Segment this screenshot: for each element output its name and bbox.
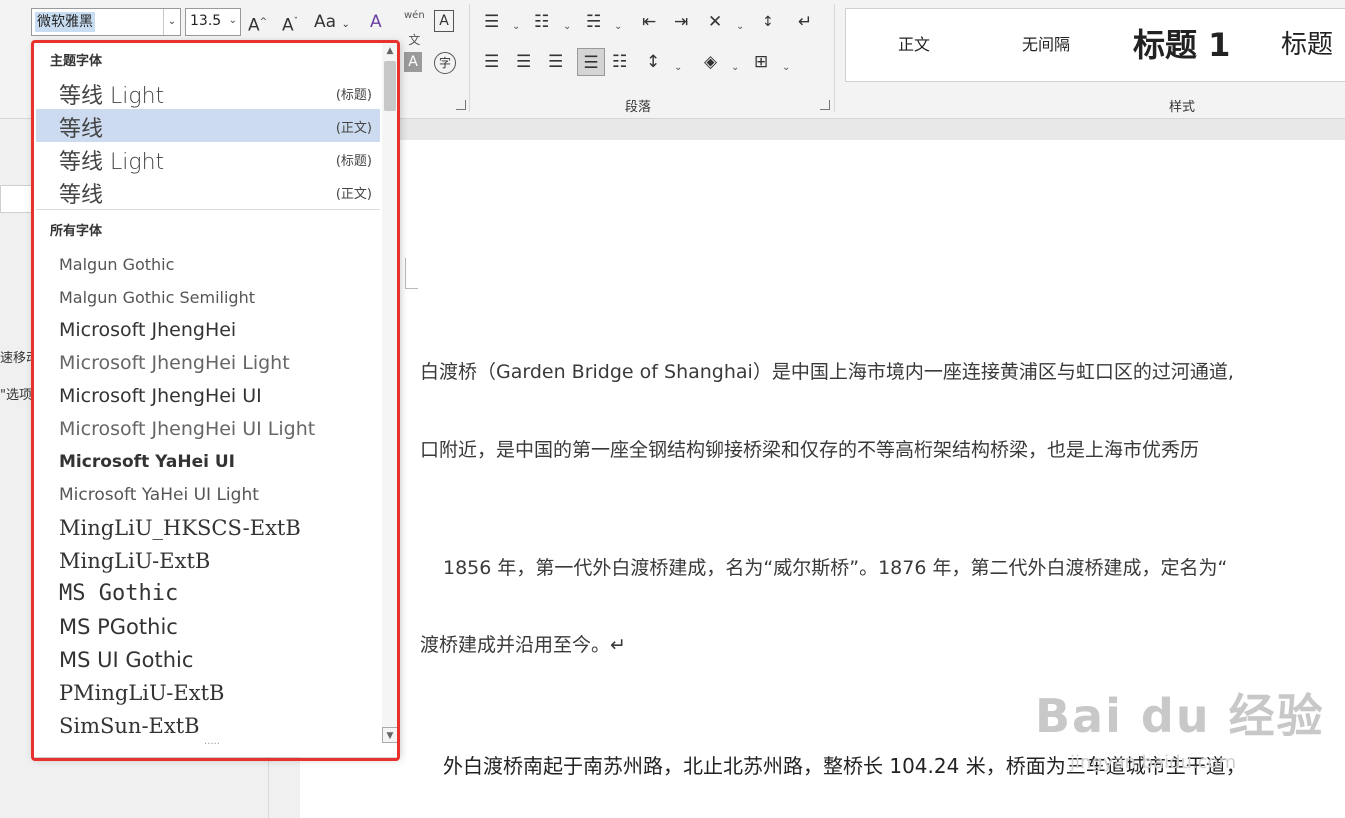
doc-paragraph-line[interactable]: 1856 年，第一代外白渡桥建成，名为“威尔斯桥”。1876 年，第二代外白渡桥… xyxy=(443,553,1227,580)
group-separator xyxy=(469,4,470,112)
style-no-spacing[interactable]: 无间隔 xyxy=(1022,9,1070,81)
font-list-item[interactable]: Microsoft YaHei UI Light xyxy=(59,485,259,505)
shrink-font-button[interactable]: Aˇ xyxy=(282,10,298,38)
font-size-combobox[interactable]: 13.5 ⌄ xyxy=(185,8,241,36)
font-name-dropdown-arrow[interactable]: ⌄ xyxy=(163,9,180,35)
font-name-combobox[interactable]: 微软雅黑 ⌄ xyxy=(31,8,181,36)
character-shading-button[interactable]: A xyxy=(404,52,422,72)
line-spacing-icon[interactable]: ↕ xyxy=(646,50,660,74)
font-size-value[interactable]: 13.5 xyxy=(190,13,221,29)
font-name-value[interactable]: 微软雅黑 xyxy=(35,12,95,32)
margin-corner-mark xyxy=(405,258,418,289)
font-list-item[interactable]: Malgun Gothic xyxy=(59,255,174,274)
style-heading-1[interactable]: 标题 1 xyxy=(1133,9,1230,81)
doc-paragraph-line[interactable]: 口附近，是中国的第一座全钢结构铆接桥梁和仅存的不等高桁架结构桥梁，也是上海市优秀… xyxy=(420,435,1199,462)
font-list-item[interactable]: Microsoft YaHei UI xyxy=(59,452,235,472)
font-list-item[interactable]: MS UI Gothic xyxy=(59,648,193,672)
font-list-item[interactable]: Malgun Gothic Semilight xyxy=(59,288,255,307)
styles-group-label: 样式 xyxy=(1169,100,1196,115)
numbering-icon[interactable]: ☷ xyxy=(534,10,549,34)
show-marks-icon[interactable]: ↵ xyxy=(798,10,812,34)
chevron-down-icon[interactable]: ⌄ xyxy=(731,56,739,80)
all-fonts-heading: 所有字体 xyxy=(50,224,103,239)
distributed-icon[interactable]: ☷ xyxy=(612,50,627,74)
multilevel-list-icon[interactable]: ☵ xyxy=(586,10,601,34)
font-list-item[interactable]: MingLiU-ExtB xyxy=(59,549,210,573)
decrease-indent-icon[interactable]: ⇤ xyxy=(642,10,656,34)
style-title[interactable]: 标题 xyxy=(1281,9,1333,81)
nav-pane-text: "选项 xyxy=(0,388,32,403)
change-case-button[interactable]: Aa ⌄ xyxy=(314,10,350,37)
chevron-down-icon[interactable]: ⌄ xyxy=(674,56,682,80)
clear-formatting-button[interactable]: A xyxy=(370,10,382,34)
shading-bucket-icon[interactable]: ◈ xyxy=(704,50,717,74)
chevron-down-icon[interactable]: ⌄ xyxy=(563,15,571,39)
theme-font-item[interactable]: 等线 Light (标题) xyxy=(36,142,380,175)
chevron-down-icon[interactable]: ⌄ xyxy=(229,15,237,26)
font-list-item[interactable]: PMingLiU-ExtB xyxy=(59,681,224,705)
font-dialog-launcher-icon[interactable] xyxy=(456,100,466,110)
dropdown-divider xyxy=(36,209,380,210)
font-dropdown[interactable]: 主题字体 等线 Light (标题) 等线 (正文) 等线 Light (标题)… xyxy=(34,41,400,757)
doc-paragraph-line[interactable]: 白渡桥（Garden Bridge of Shanghai）是中国上海市境内一座… xyxy=(420,357,1234,384)
watermark-url: jingyan.baidu.com xyxy=(1070,752,1237,773)
increase-indent-icon[interactable]: ⇥ xyxy=(674,10,688,34)
justify-icon[interactable]: ☰ xyxy=(577,48,605,76)
bullets-icon[interactable]: ☰ xyxy=(484,10,499,34)
scroll-down-icon[interactable]: ▼ xyxy=(382,727,398,743)
paragraph-group-label: 段落 xyxy=(625,100,652,115)
chevron-down-icon[interactable]: ⌄ xyxy=(614,15,622,39)
font-list-item[interactable]: Microsoft JhengHei Light xyxy=(59,352,290,374)
theme-font-item[interactable]: 等线 (正文) xyxy=(36,175,380,208)
group-separator xyxy=(834,4,835,112)
enclose-characters-button[interactable]: 字 xyxy=(434,52,456,74)
font-list-item[interactable]: Microsoft JhengHei xyxy=(59,319,236,341)
align-center-icon[interactable]: ☰ xyxy=(516,50,531,74)
borders-icon[interactable]: ⊞ xyxy=(754,50,768,74)
text-direction-icon[interactable]: ✕ xyxy=(708,10,722,34)
navigation-search-input[interactable] xyxy=(0,185,32,213)
font-list-item[interactable]: Microsoft JhengHei UI Light xyxy=(59,418,315,440)
character-border-button[interactable]: A xyxy=(434,10,454,32)
scroll-thumb[interactable] xyxy=(384,61,396,111)
font-list-item[interactable]: Microsoft JhengHei UI xyxy=(59,385,262,407)
font-list-item[interactable]: SimSun-ExtB xyxy=(59,714,200,738)
chevron-down-icon[interactable]: ⌄ xyxy=(782,56,790,80)
grow-font-button[interactable]: A^ xyxy=(248,10,267,38)
chevron-down-icon[interactable]: ⌄ xyxy=(512,15,520,39)
styles-gallery: 正文 无间隔 标题 1 标题 xyxy=(845,8,1345,82)
align-right-icon[interactable]: ☰ xyxy=(548,50,563,74)
dropdown-scrollbar[interactable]: ▲ ▼ xyxy=(382,43,398,743)
font-list-item[interactable]: MS Gothic xyxy=(59,581,178,606)
chevron-down-icon[interactable]: ⌄ xyxy=(736,15,744,39)
theme-font-item-selected[interactable]: 等线 (正文) xyxy=(36,109,380,142)
pinyin-guide-button[interactable]: wén 文 xyxy=(404,4,425,54)
align-left-icon[interactable]: ☰ xyxy=(484,50,499,74)
watermark-logo: Bai du 经验 xyxy=(1035,689,1325,743)
paragraph-dialog-launcher-icon[interactable] xyxy=(820,100,830,110)
sort-icon[interactable]: ↕ xyxy=(762,10,774,34)
resize-grip-icon[interactable]: ····· xyxy=(204,739,220,750)
theme-fonts-heading: 主题字体 xyxy=(50,54,103,69)
font-list-item[interactable]: MingLiU_HKSCS-ExtB xyxy=(59,516,301,540)
doc-paragraph-line[interactable]: 渡桥建成并沿用至今。↵ xyxy=(420,630,626,657)
style-normal[interactable]: 正文 xyxy=(898,9,930,81)
font-list-item[interactable]: MS PGothic xyxy=(59,615,178,639)
theme-font-item[interactable]: 等线 Light (标题) xyxy=(36,76,380,109)
scroll-up-icon[interactable]: ▲ xyxy=(382,43,398,59)
